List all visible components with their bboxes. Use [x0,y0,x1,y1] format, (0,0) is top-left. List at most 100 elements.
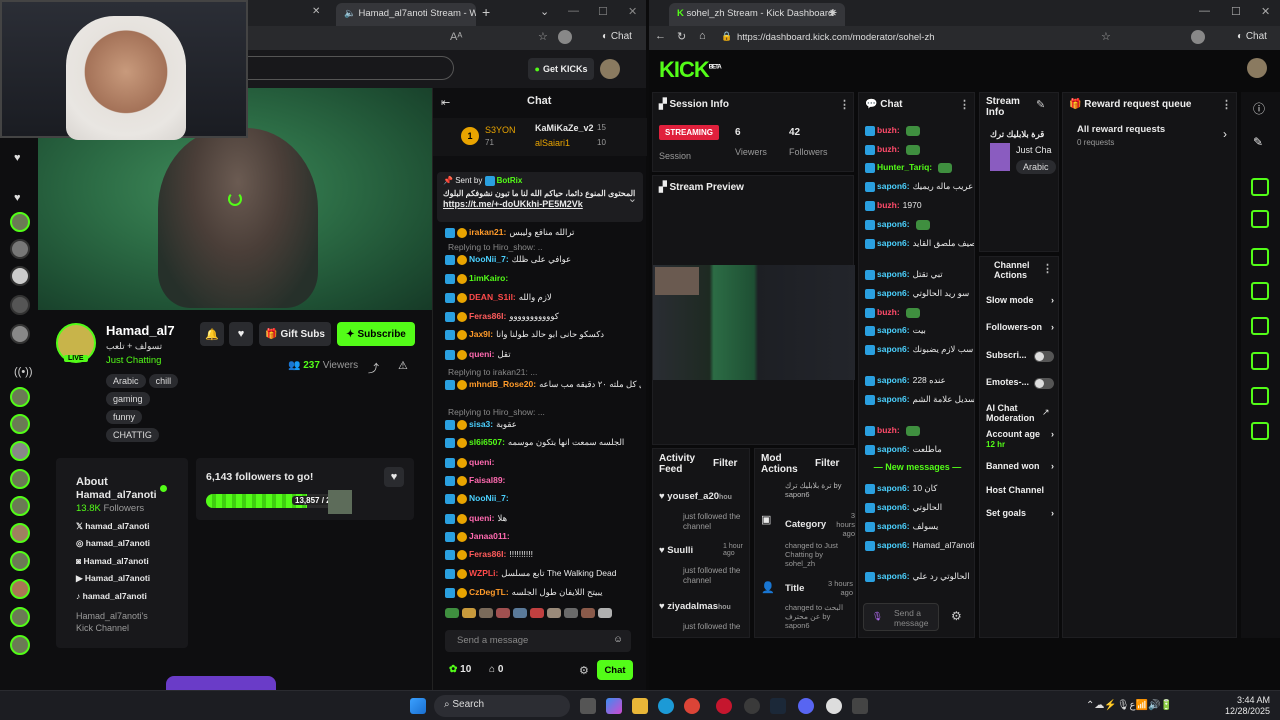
followed-channel-avatar[interactable] [10,212,30,232]
recommended-channel-avatar[interactable] [10,523,30,543]
close-icon[interactable]: ✕ [312,6,320,17]
settings-icon[interactable]: ⚙ [951,609,962,623]
recommended-channel-avatar[interactable] [10,441,30,461]
chat-username[interactable]: Feras86I: [469,549,506,559]
chat-message[interactable]: queni: هلا [445,512,641,524]
edge-icon[interactable] [658,698,674,714]
chat-message[interactable]: sapon6: ماطلعت [865,444,974,455]
close-window-button[interactable]: ✕ [628,5,637,18]
chat-username[interactable]: sapon6: [877,238,910,248]
steam-icon[interactable] [770,698,786,714]
chat-message[interactable]: buzh: [865,307,974,318]
chat-username[interactable]: sapon6: [877,483,910,493]
chat-message[interactable]: mhndB_Rose20:ع الاقل كل ملته ٢٠ دقيقه مب… [445,378,641,390]
chat-username[interactable]: buzh: [877,200,900,210]
emote-icon[interactable] [598,608,612,618]
chat-username[interactable]: Feras86I: [469,311,506,321]
chat-username[interactable]: buzh: [877,307,900,317]
chat-message[interactable]: sapon6:حط تسديل علامة الشم [865,394,974,405]
social-instagram[interactable]: ◎ hamad_al7anoti [76,538,150,549]
settings-icon[interactable]: ⚙ [579,664,589,677]
chat-username[interactable]: sapon6: [877,444,910,454]
chat-username[interactable]: Hunter_Tariq: [877,162,932,172]
copilot-button[interactable]: ◐ Chat [1237,31,1267,42]
chat-message[interactable]: sapon6:لازم تصيف ملصق القايد [865,238,974,249]
tag[interactable]: gaming [106,392,150,406]
leaderboard-name[interactable]: alSaiari1 [535,138,570,148]
subscribe-button[interactable]: ✦ Subscribe [337,322,415,346]
copilot-button[interactable]: ◐ Chat [602,31,632,42]
emote-icon[interactable] [513,608,527,618]
search-input[interactable] [248,56,454,80]
chat-message[interactable]: sapon6: عنده 228 [865,375,974,386]
layout-icon[interactable] [1251,352,1269,370]
app-icon[interactable] [852,698,868,714]
message-icon[interactable] [1251,282,1269,300]
url-field[interactable]: https://dashboard.kick.com/moderator/soh… [737,32,934,43]
subscribers-only-toggle[interactable]: Subscri... [986,350,1054,362]
chat-message[interactable]: buzh: [865,125,974,136]
chat-message[interactable]: Feras86I: كووووووووووو [445,310,641,322]
edit-icon[interactable]: ✎ [1036,98,1045,111]
chat-username[interactable]: sapon6: [877,288,910,298]
chat-message[interactable]: queni: [445,456,641,468]
maximize-button[interactable]: ☐ [598,5,608,18]
obs-icon[interactable] [744,698,760,714]
chrome-icon[interactable] [684,698,700,714]
chat-message[interactable]: sapon6: عريب ماله ريميك [865,181,974,192]
leaderboard-name[interactable]: S3YON [485,125,516,135]
new-tab-button[interactable]: + [829,4,837,20]
close-window-button[interactable]: ✕ [1261,5,1270,18]
tag[interactable]: funny [106,410,143,424]
nodes-icon[interactable] [1251,422,1269,440]
system-tray[interactable]: ⌃☁⚡🎙ع📶🔊🔋 [1086,700,1173,711]
share-icon[interactable]: ⤴ [368,360,379,376]
back-icon[interactable]: ← [655,30,666,42]
social-x[interactable]: 𝕏 hamad_al7anoti [76,521,149,532]
chevron-down-icon[interactable]: ⌄ [540,5,549,18]
chat-username[interactable]: NooNii_7: [469,254,509,264]
chat-message[interactable]: Replying to Hiro_show: ... [445,406,641,418]
chat-message[interactable]: sl6i6507: الجلسه سمعت انها بتكون موسمه [445,436,641,448]
chat-username[interactable]: sisa3: [469,419,493,429]
mic-icon[interactable]: 🎙 [872,611,883,621]
pinned-link[interactable]: https://t.me/+-doUKkhi-PE5M2Vk [443,199,637,209]
emote-icon[interactable] [445,608,459,618]
scan-icon[interactable] [1251,178,1269,196]
emoji-icon[interactable]: ☺ [613,634,623,645]
followed-channel-avatar[interactable] [10,295,30,315]
chat-input[interactable]: Send a message ☺ [445,630,631,652]
task-view-icon[interactable] [580,698,596,714]
star-icon[interactable]: ☆ [1101,30,1111,43]
avatar[interactable] [1191,30,1205,44]
streamer-name[interactable]: Hamad_al7 [106,323,175,338]
activity-filter-button[interactable]: Filter [713,458,737,469]
chat-username[interactable]: Jax9I: [469,329,493,339]
leaderboard-name[interactable]: KaMiKaZe_v2 [535,123,594,133]
chat-message[interactable]: irakan21: ترالله منافع وليبس [445,226,641,238]
chat-username[interactable]: sapon6: [877,375,910,385]
chat-message[interactable]: Jax9I: دكسكو حانى ابو حالد طولنا وانا [445,328,641,340]
banned-words-action[interactable]: Banned won › [986,461,1054,471]
taskbar-search[interactable]: ⌕ Search [434,695,570,717]
chat-message[interactable]: CzDegTL: يبيتح اللايفان طول الجلسه [445,586,641,598]
social-youtube[interactable]: ▶ Hamad_al7anoti [76,573,150,584]
emote-icon[interactable] [496,608,510,618]
chat-message[interactable]: NooNii_7: [445,492,641,504]
social-tiktok[interactable]: ♪ hamad_al7anoti [76,591,147,601]
chat-message[interactable]: sapon6: الحالوتي [865,502,974,513]
home-icon[interactable]: ⌂ [699,30,706,42]
social-discord[interactable]: ◙ Hamad_al7anoti [76,556,149,566]
chat-message[interactable]: 1imKairo: [445,272,641,284]
chat-message[interactable]: Faisal89: [445,474,641,486]
followed-channel-avatar[interactable] [10,239,30,259]
category-link[interactable]: Just Chatting [106,355,161,366]
notification-bell-button[interactable]: 🔔 [200,322,224,346]
chat-message[interactable]: NooNii_7: عوافي على ظلك [445,253,641,265]
chat-message[interactable]: buzh: 1970 [865,200,974,211]
all-reward-requests[interactable]: All reward requests 0 requests › [1077,124,1227,147]
more-icon[interactable]: ⋮ [839,98,850,111]
chat-input[interactable]: 🎙 Send a message [863,603,939,631]
copilot-icon[interactable] [606,698,622,714]
chat-username[interactable]: Janaa011: [469,531,510,541]
